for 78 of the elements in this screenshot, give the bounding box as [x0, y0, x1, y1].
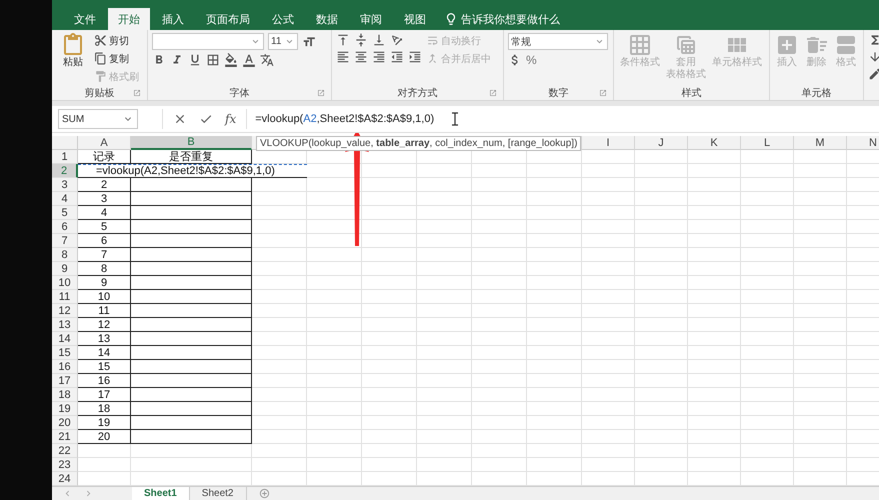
row-header[interactable]: 8: [52, 248, 78, 262]
table-cell: 4: [78, 206, 131, 220]
row-header[interactable]: 9: [52, 262, 78, 276]
row-header[interactable]: 1: [52, 150, 78, 164]
group-title: 字体: [230, 86, 250, 100]
row-header[interactable]: 21: [52, 430, 78, 444]
cell-editor[interactable]: =vlookup(A2,Sheet2!$A$2:$A$9,1,0): [78, 164, 307, 178]
column-header[interactable]: B: [131, 136, 252, 150]
table-cell: 16: [78, 374, 131, 388]
row-header[interactable]: 13: [52, 318, 78, 332]
ribbon-button[interactable]: 剪切: [94, 33, 139, 48]
table-cell: 7: [78, 248, 131, 262]
table-cell: 14: [78, 346, 131, 360]
row-header[interactable]: 7: [52, 234, 78, 248]
table-cell: 9: [78, 276, 131, 290]
table-cell: 12: [78, 318, 131, 332]
column-header[interactable]: K: [688, 136, 741, 150]
row-header[interactable]: 12: [52, 304, 78, 318]
row-header[interactable]: 11: [52, 290, 78, 304]
paste-button[interactable]: 粘贴: [56, 33, 90, 86]
tell-me-search[interactable]: 告诉我你想要做什么: [461, 12, 560, 26]
table-cell: 13: [78, 332, 131, 346]
ribbon-tab[interactable]: 插入: [152, 8, 194, 30]
sheet-tab[interactable]: Sheet1: [132, 487, 190, 500]
group-title: 对齐方式: [398, 86, 438, 100]
ribbon-tab[interactable]: 审阅: [350, 8, 392, 30]
row-header[interactable]: 4: [52, 192, 78, 206]
row-header[interactable]: 5: [52, 206, 78, 220]
number-format-field[interactable]: 常规: [508, 33, 608, 50]
table-cell: 17: [78, 388, 131, 402]
table-cell: 2: [78, 178, 131, 192]
formula-input[interactable]: =vlookup(A2,Sheet2!$A$2:$A$9,1,0): [255, 113, 434, 125]
group-title: 单元格: [802, 86, 832, 100]
row-header[interactable]: 16: [52, 360, 78, 374]
column-header[interactable]: N: [847, 136, 879, 150]
table-cell: 11: [78, 304, 131, 318]
row-header[interactable]: 10: [52, 276, 78, 290]
ribbon-tab[interactable]: 文件: [64, 8, 106, 30]
table-cell: 20: [78, 430, 131, 444]
table-cell: 6: [78, 234, 131, 248]
row-header[interactable]: 24: [52, 472, 78, 486]
group-title: 剪贴板: [84, 86, 114, 100]
column-header[interactable]: M: [794, 136, 847, 150]
row-header[interactable]: 18: [52, 388, 78, 402]
ribbon-tab[interactable]: 数据: [306, 8, 348, 30]
row-header[interactable]: 20: [52, 416, 78, 430]
table-cell: 15: [78, 360, 131, 374]
function-tooltip: VLOOKUP(lookup_value, table_array, col_index_num, [range_lookup]): [256, 136, 582, 151]
table-cell: 18: [78, 402, 131, 416]
table-cell: 8: [78, 262, 131, 276]
column-header[interactable]: J: [635, 136, 688, 150]
ribbon-tab[interactable]: 视图: [394, 8, 436, 30]
row-header[interactable]: 2: [52, 164, 78, 178]
table-cell: 3: [78, 192, 131, 206]
group-title: 数字: [548, 86, 568, 100]
percent-button[interactable]: %: [526, 53, 537, 67]
table-cell: 10: [78, 290, 131, 304]
row-header[interactable]: 17: [52, 374, 78, 388]
row-header[interactable]: 14: [52, 332, 78, 346]
ribbon-button[interactable]: 复制: [94, 51, 139, 66]
row-header[interactable]: 22: [52, 444, 78, 458]
column-header[interactable]: L: [741, 136, 794, 150]
row-header[interactable]: 3: [52, 178, 78, 192]
row-header[interactable]: 19: [52, 402, 78, 416]
column-header[interactable]: A: [78, 136, 131, 150]
row-header[interactable]: 23: [52, 458, 78, 472]
ribbon-tab[interactable]: 开始: [108, 8, 150, 30]
column-header[interactable]: I: [582, 136, 635, 150]
group-title: 样式: [682, 86, 702, 100]
name-box[interactable]: SUM: [58, 109, 138, 129]
table-cell: 19: [78, 416, 131, 430]
insert-function-button[interactable]: fx: [225, 112, 236, 126]
ribbon-tab[interactable]: 页面布局: [196, 8, 260, 30]
font-size-field[interactable]: 11: [268, 33, 298, 50]
row-header[interactable]: 15: [52, 346, 78, 360]
ribbon-tab[interactable]: 公式: [262, 8, 304, 30]
row-header[interactable]: 6: [52, 220, 78, 234]
table-cell: 5: [78, 220, 131, 234]
